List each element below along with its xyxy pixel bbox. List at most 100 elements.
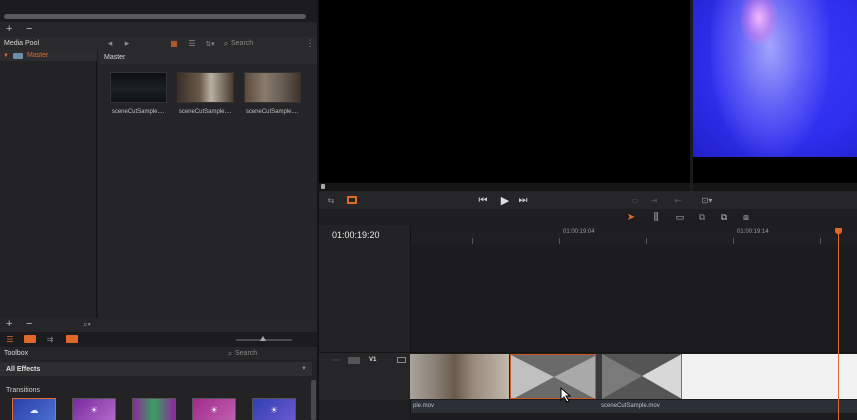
fast-forward-icon[interactable]: ⏭ bbox=[516, 194, 530, 206]
effects-filter-value: All Effects bbox=[6, 366, 41, 373]
toolbox-scrollbar[interactable] bbox=[311, 380, 316, 420]
clip-name: sceneCutSample.... bbox=[245, 109, 299, 115]
clip-name-label: ple.mov bbox=[413, 403, 435, 409]
media-pool-title: Media Pool bbox=[4, 40, 40, 47]
clip-name-label: sceneCutSample.mov bbox=[601, 403, 660, 409]
top-strip bbox=[0, 0, 317, 22]
clip-thumbnail[interactable] bbox=[244, 72, 301, 103]
replace-clip-icon[interactable]: ⧈ bbox=[739, 211, 753, 223]
disclosure-triangle-icon[interactable]: ▼ bbox=[3, 51, 9, 60]
bin-contents-title: Master bbox=[104, 54, 126, 61]
timeline-ruler[interactable]: 01:00:19:04 01:00:19:14 bbox=[410, 225, 857, 245]
timeline-clip[interactable] bbox=[410, 354, 510, 399]
section-title-transitions: Transitions bbox=[6, 387, 40, 394]
bin-item-master[interactable]: ▼ Master bbox=[0, 50, 97, 61]
search-icon[interactable]: ⌕▾ bbox=[80, 320, 94, 330]
clip-thumbnail[interactable] bbox=[110, 72, 167, 103]
toolbox-tab-icon[interactable] bbox=[66, 335, 78, 343]
media-pool-header: Media Pool ◂ ▸ ▦ ☰ ⇅▾ ⌕ Search ⋮ bbox=[0, 37, 317, 50]
thumbnail-view-icon[interactable]: ▦ bbox=[168, 39, 180, 48]
transition-clip[interactable] bbox=[602, 354, 682, 399]
effects-tab-icon[interactable] bbox=[24, 335, 36, 343]
options-menu-icon[interactable]: ⋮ bbox=[306, 38, 315, 48]
loop-icon[interactable]: ⇆ bbox=[325, 194, 337, 206]
record-jog-bar[interactable] bbox=[693, 183, 857, 191]
playhead-handle[interactable] bbox=[835, 228, 842, 234]
transition-icon: ☀ bbox=[89, 404, 99, 415]
viewer-mode-icon[interactable]: ⊡▾ bbox=[697, 194, 717, 206]
search-icon[interactable]: ⌕ bbox=[222, 39, 230, 48]
sort-menu-icon[interactable]: ⇅▾ bbox=[203, 39, 217, 48]
remove-clip-button[interactable]: − bbox=[26, 318, 32, 330]
play-icon[interactable]: ▶ bbox=[498, 194, 512, 207]
zoom-slider-handle[interactable] bbox=[260, 336, 266, 341]
toolbox-title: Toolbox bbox=[4, 350, 29, 357]
transition-shape bbox=[511, 355, 595, 398]
ruler-tick bbox=[733, 238, 734, 244]
ruler-label: 01:00:19:14 bbox=[737, 229, 769, 235]
transition-thumbnail[interactable]: ☀ bbox=[72, 398, 116, 420]
ruler-tick bbox=[472, 238, 473, 244]
prev-edit-icon[interactable]: ⇥ bbox=[649, 194, 659, 206]
timeline-timecode[interactable]: 01:00:19:20 bbox=[332, 230, 380, 240]
back-arrow-icon[interactable]: ◂ bbox=[106, 38, 114, 48]
viewer-image-highlight bbox=[741, 0, 777, 44]
add-clip-button[interactable]: + bbox=[6, 318, 12, 330]
clip-name: sceneCutSample.... bbox=[111, 109, 165, 115]
transport-bar: ⇆ ⏮ ▶ ⏭ ▭ ⇥ ⇤ ⊡▾ bbox=[319, 191, 857, 209]
bin-contents-header: Master bbox=[98, 50, 317, 64]
transition-thumbnail[interactable]: ☀ bbox=[192, 398, 236, 420]
record-viewer[interactable] bbox=[693, 0, 857, 157]
overwrite-clip-icon[interactable]: ⧉ bbox=[717, 211, 731, 223]
track-header-v1: ⋯ V1 bbox=[319, 352, 410, 400]
trim-tool-icon[interactable]: ⫼ bbox=[649, 211, 663, 223]
chevron-down-icon: ▼ bbox=[301, 366, 307, 372]
source-viewer[interactable] bbox=[319, 0, 690, 183]
transition-icon: ☁ bbox=[29, 404, 39, 415]
auto-select-icon[interactable] bbox=[348, 357, 360, 364]
timeline-canvas[interactable] bbox=[410, 245, 857, 352]
forward-arrow-icon[interactable]: ▸ bbox=[123, 38, 131, 48]
lock-track-icon[interactable]: ⋯ bbox=[332, 356, 340, 364]
panel-tabs: ☰ ⇉ bbox=[0, 332, 317, 347]
remove-bin-button[interactable]: − bbox=[26, 23, 32, 35]
match-frame-icon[interactable]: ▭ bbox=[629, 194, 641, 206]
source-jog-bar[interactable] bbox=[319, 183, 690, 191]
track-header-footer bbox=[319, 400, 410, 420]
bin-list: ▼ Master bbox=[0, 50, 97, 318]
transition-thumbnail[interactable]: ☁ bbox=[12, 398, 56, 420]
transition-icon: ☀ bbox=[209, 404, 219, 415]
edit-toolbar: ➤ ⫼ ▭ ⧉ ⧉ ⧈ bbox=[319, 209, 857, 225]
timeline-playhead[interactable] bbox=[838, 233, 839, 420]
playhead-marker[interactable] bbox=[321, 184, 325, 189]
next-edit-icon[interactable]: ⇤ bbox=[673, 194, 683, 206]
timeline-clip[interactable] bbox=[682, 354, 857, 399]
add-bin-button[interactable]: + bbox=[6, 23, 12, 35]
ruler-tick bbox=[820, 238, 821, 244]
search-icon[interactable]: ⌕ bbox=[226, 349, 234, 358]
media-pool-tab-icon[interactable]: ☰ bbox=[4, 334, 16, 344]
transition-shape bbox=[602, 354, 681, 399]
toolbox-header: Toolbox ⌕ Search bbox=[0, 347, 317, 360]
clip-thumbnail[interactable] bbox=[177, 72, 234, 103]
rewind-icon[interactable]: ⏮ bbox=[476, 194, 490, 206]
blade-tool-icon[interactable]: ▭ bbox=[673, 211, 687, 223]
mark-clip-icon[interactable] bbox=[347, 196, 357, 204]
track-visibility-icon[interactable] bbox=[397, 357, 406, 363]
horizontal-scrollbar[interactable] bbox=[4, 14, 306, 19]
media-pool-search-input[interactable]: Search bbox=[231, 40, 253, 47]
ruler-tick bbox=[559, 238, 560, 244]
effects-filter-dropdown[interactable]: All Effects ▼ bbox=[0, 362, 312, 376]
ruler-tick bbox=[646, 238, 647, 244]
insert-clip-icon[interactable]: ⧉ bbox=[695, 211, 709, 223]
transition-thumbnail[interactable] bbox=[132, 398, 176, 420]
bin-item-label: Master bbox=[27, 52, 49, 59]
clip-name-strip: ple.mov sceneCutSample.mov bbox=[410, 400, 857, 413]
selection-tool-icon[interactable]: ➤ bbox=[625, 211, 637, 223]
edit-index-tab-icon[interactable]: ⇉ bbox=[44, 334, 56, 344]
transition-clip-selected[interactable] bbox=[510, 354, 596, 399]
transition-thumbnail[interactable]: ☀ bbox=[252, 398, 296, 420]
toolbox-search-input[interactable]: Search bbox=[235, 350, 257, 357]
list-view-icon[interactable]: ☰ bbox=[187, 39, 197, 48]
media-pool-footer: + − ⌕▾ bbox=[0, 318, 317, 332]
